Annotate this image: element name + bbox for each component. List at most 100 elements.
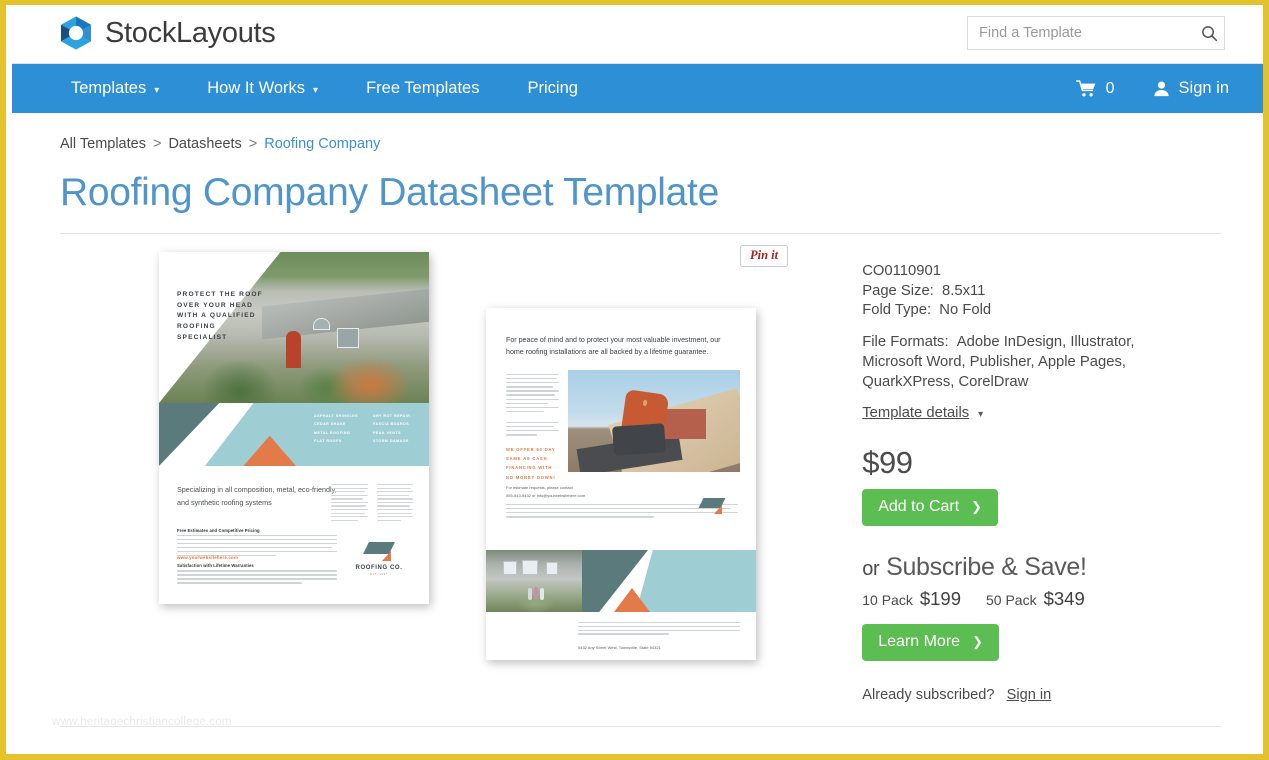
subscribe-save-label: Subscribe & Save! xyxy=(886,552,1087,581)
contact-line-1: For estimate requests, please contact xyxy=(506,485,573,490)
contact-line-2: 555-543-5432 or info@yourwebsitehere.com xyxy=(506,492,586,498)
search-box[interactable] xyxy=(967,16,1225,50)
cart-count: 0 xyxy=(1105,79,1115,97)
chimney xyxy=(664,408,706,440)
breadcrumb-separator: > xyxy=(152,136,162,152)
service-item: METAL ROOFING xyxy=(314,430,351,435)
nav-item-templates[interactable]: Templates ▾ xyxy=(60,79,183,98)
nav-item-how-it-works[interactable]: How It Works ▾ xyxy=(183,79,342,98)
text-column: WE OFFER 90 DAY SAME AS CASH FINANCING W… xyxy=(506,374,559,482)
signin-label: Sign in xyxy=(1178,79,1229,97)
back-color-band xyxy=(486,544,756,618)
nav-label: Pricing xyxy=(527,79,578,97)
pack-10-price: $199 xyxy=(919,587,961,609)
roofer-photo xyxy=(568,370,740,472)
learn-more-button[interactable]: Learn More ❯ xyxy=(862,623,999,661)
nav-label: Templates xyxy=(71,79,147,97)
nav-items: Templates ▾ How It Works ▾ Free Template… xyxy=(60,79,602,98)
subscribe-heading: or Subscribe & Save! xyxy=(862,553,1221,582)
page-title: Roofing Company Datasheet Template xyxy=(60,171,719,214)
page-frame: StockLayouts Templates ▾ How It Works ▾ xyxy=(0,0,1269,760)
front-bold-lead-2: Satisfaction with Lifetime Warranties xyxy=(177,563,254,569)
text-column xyxy=(331,484,368,523)
subscribe-or: or xyxy=(862,557,880,580)
front-headline: PROTECT THE ROOF OVER YOUR HEAD WITH A Q… xyxy=(177,291,263,341)
window xyxy=(337,327,360,348)
front-website-url: www.yourwebsitehere.com xyxy=(177,555,239,560)
brand-name: StockLayouts xyxy=(105,16,276,49)
product-sku: CO0110901 xyxy=(862,263,941,279)
primary-nav: Templates ▾ How It Works ▾ Free Template… xyxy=(12,64,1263,113)
file-formats-label: File Formats: xyxy=(862,333,949,350)
nav-item-free-templates[interactable]: Free Templates xyxy=(342,79,503,98)
template-preview-back[interactable]: For peace of mind and to protect your mo… xyxy=(486,308,756,660)
add-to-cart-label: Add to Cart xyxy=(878,497,960,515)
back-company-logo xyxy=(688,498,736,518)
template-details-label: Template details xyxy=(862,404,970,421)
already-subscribed-label: Already subscribed? xyxy=(862,686,995,703)
pin-it-button[interactable]: Pin it xyxy=(740,245,789,267)
front-lower-text: Specializing in all composition, metal, … xyxy=(159,466,429,604)
breadcrumb-item-roofing-company[interactable]: Roofing Company xyxy=(264,136,380,152)
learn-more-label: Learn More xyxy=(878,632,961,650)
teal-shape xyxy=(636,550,756,612)
pack-10-label: 10 Pack xyxy=(862,591,913,608)
search-input[interactable] xyxy=(968,25,1194,41)
chevron-down-icon: ▾ xyxy=(313,85,319,96)
back-headline: For peace of mind and to protect your mo… xyxy=(506,336,721,357)
service-item: FLAT ROOFS xyxy=(314,439,342,444)
text-column xyxy=(376,484,413,523)
breadcrumb-separator: > xyxy=(248,136,258,152)
pack-pricing: 10 Pack $199 50 Pack $349 xyxy=(862,588,1221,610)
front-company-logo: ROOFING CO. EST. 1997 xyxy=(351,541,407,576)
nav-label: Free Templates xyxy=(366,79,480,97)
page-size-row: Page Size: 8.5x11 xyxy=(862,282,1221,302)
logo-established: EST. 1997 xyxy=(370,572,388,576)
service-item: PEAK VENTS xyxy=(373,430,401,435)
search-icon[interactable] xyxy=(1194,25,1224,42)
logo-company-name: ROOFING CO. xyxy=(355,564,403,571)
signin-button[interactable]: Sign in xyxy=(1153,79,1229,98)
shopping-cart-icon xyxy=(1075,80,1096,97)
pack-50-label: 50 Pack xyxy=(985,591,1037,608)
hexagon-logo-icon xyxy=(61,16,91,50)
front-body-columns xyxy=(331,484,413,523)
nav-label: How It Works xyxy=(207,79,306,97)
brand-logo[interactable]: StockLayouts xyxy=(58,15,276,51)
service-item: DRY ROT REPAIR xyxy=(373,414,411,418)
back-financing-offer: WE OFFER 90 DAY SAME AS CASH FINANCING W… xyxy=(506,446,556,480)
back-contact-info: For estimate requests, please contact 55… xyxy=(506,484,585,499)
chevron-down-icon: ▾ xyxy=(154,85,160,96)
add-to-cart-button[interactable]: Add to Cart ❯ xyxy=(862,488,999,526)
page-body: StockLayouts Templates ▾ How It Works ▾ xyxy=(12,10,1263,754)
roofing-mark-icon xyxy=(363,541,395,561)
fold-type-row: Fold Type: No Fold xyxy=(862,301,1221,321)
template-details-toggle[interactable]: Template details ▾ xyxy=(862,405,983,421)
front-hero: PROTECT THE ROOF OVER YOUR HEAD WITH A Q… xyxy=(159,252,429,403)
already-subscribed-signin-link[interactable]: Sign in xyxy=(1007,687,1052,703)
chevron-right-icon: ❯ xyxy=(972,633,983,649)
front-door xyxy=(285,330,301,368)
roofer-legs xyxy=(611,423,666,456)
back-footer-lines xyxy=(578,622,740,637)
roofing-mark-icon xyxy=(698,498,726,514)
file-formats-row: File Formats: Adobe InDesign, Illustrato… xyxy=(862,332,1182,392)
cart-button[interactable]: 0 xyxy=(1075,79,1115,98)
template-preview-front[interactable]: PROTECT THE ROOF OVER YOUR HEAD WITH A Q… xyxy=(159,252,429,604)
template-gallery: PROTECT THE ROOF OVER YOUR HEAD WITH A Q… xyxy=(60,245,862,722)
product-price: $99 xyxy=(862,444,913,480)
service-item: FASCIA BOARDS xyxy=(373,422,410,427)
arched-window xyxy=(312,318,330,331)
page-size-value: 8.5x11 xyxy=(942,282,986,299)
user-icon xyxy=(1153,81,1169,97)
breadcrumb-item-datasheets[interactable]: Datasheets xyxy=(168,136,241,152)
breadcrumb: All Templates > Datasheets > Roofing Com… xyxy=(60,136,1221,152)
pack-50-price: $349 xyxy=(1043,587,1085,609)
breadcrumb-item-all-templates[interactable]: All Templates xyxy=(60,136,146,152)
main-content: All Templates > Datasheets > Roofing Com… xyxy=(12,136,1263,722)
product-section: PROTECT THE ROOF OVER YOUR HEAD WITH A Q… xyxy=(60,245,1221,722)
front-bold-lead-1: Free Estimates and Competitive Pricing xyxy=(177,528,260,533)
nav-item-pricing[interactable]: Pricing xyxy=(503,79,601,98)
title-divider xyxy=(60,233,1221,234)
chevron-right-icon: ❯ xyxy=(971,498,983,514)
